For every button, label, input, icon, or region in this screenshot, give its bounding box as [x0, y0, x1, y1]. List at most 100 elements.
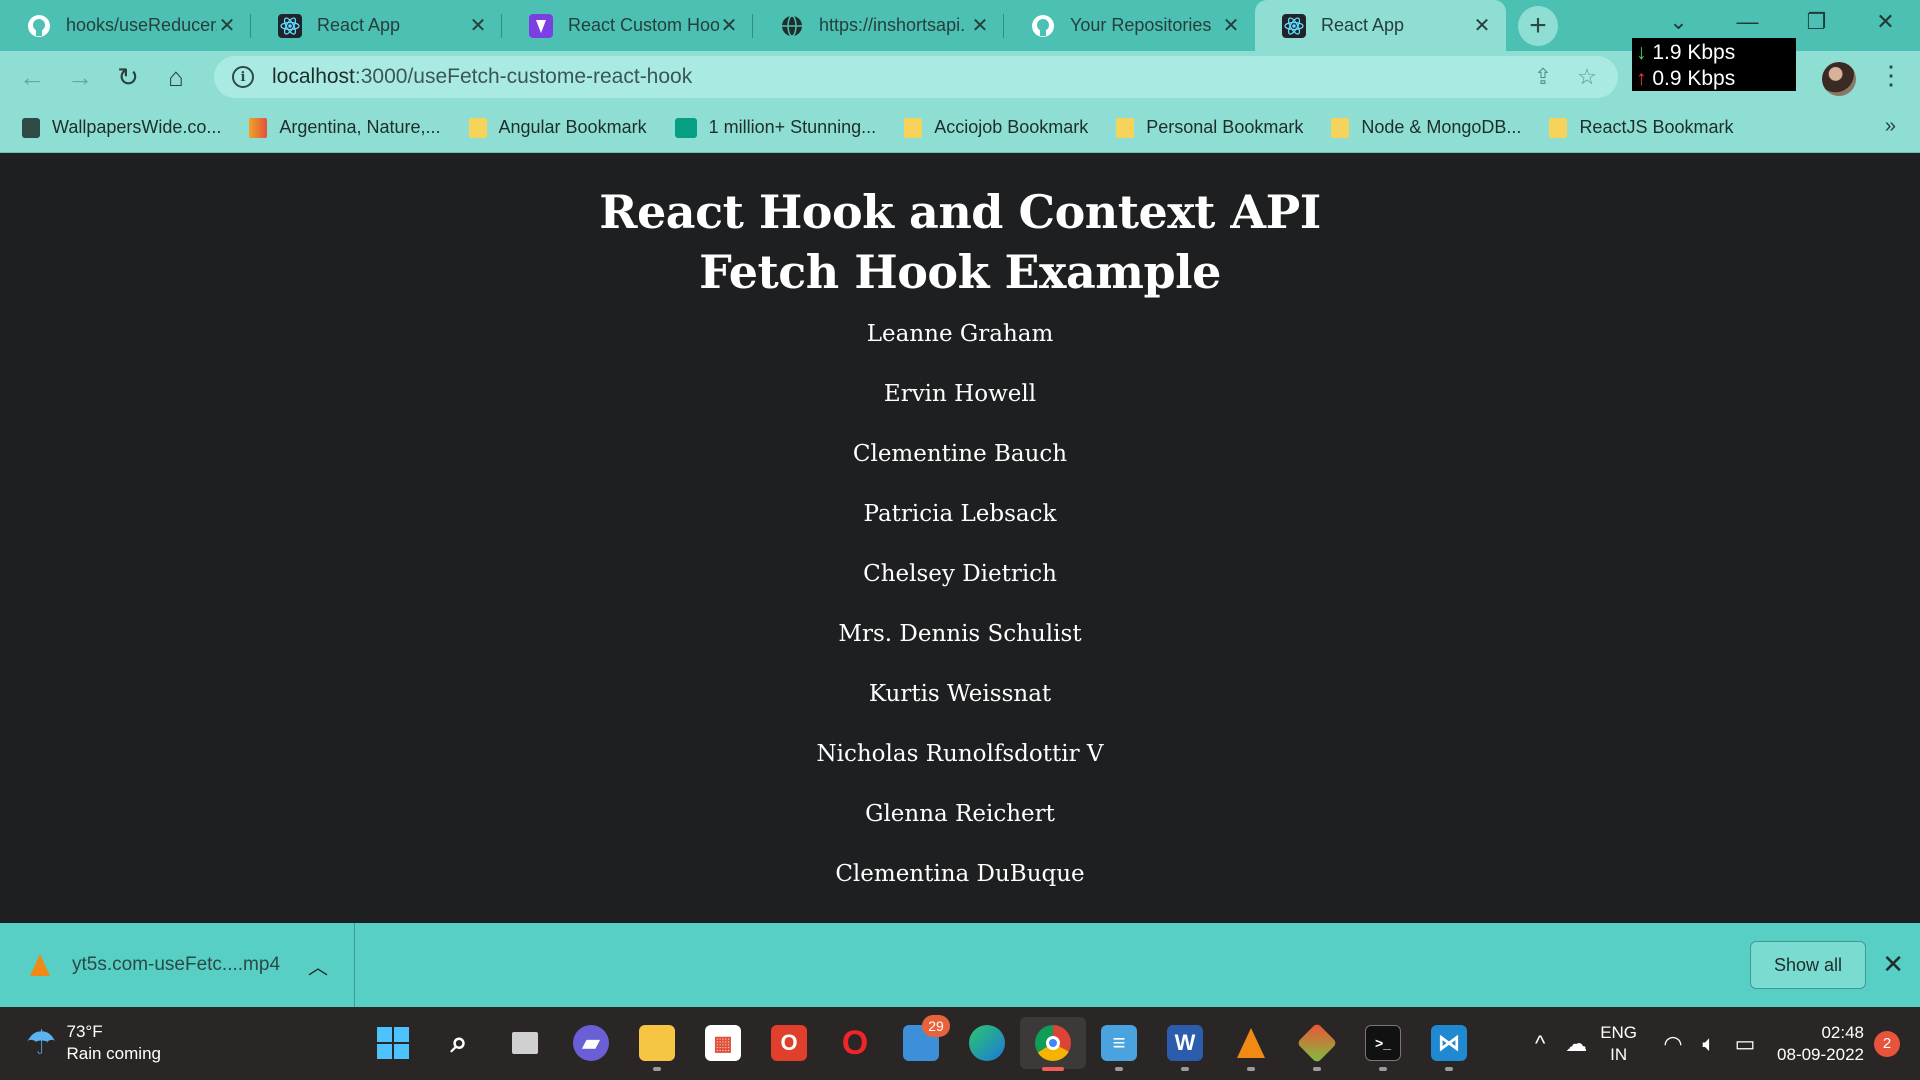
notepad-button[interactable]: ≡	[1086, 1017, 1152, 1071]
github-icon	[26, 13, 52, 39]
opera-button[interactable]: O	[822, 1017, 888, 1069]
git-button[interactable]	[1284, 1017, 1350, 1071]
home-button[interactable]: ⌂	[152, 57, 200, 97]
download-arrow-icon: ↓	[1636, 41, 1647, 64]
language-region: IN	[1610, 1044, 1628, 1064]
tab-react-custom-hook[interactable]: React Custom Hool ✕	[502, 0, 753, 51]
wifi-icon[interactable]: ◠	[1655, 1031, 1691, 1057]
page-title-line1: React Hook and Context API	[599, 185, 1321, 239]
running-indicator	[1115, 1067, 1123, 1071]
show-all-button[interactable]: Show all	[1750, 941, 1866, 989]
user-list-item: Leanne Graham	[866, 321, 1054, 347]
bookmark-reactjs[interactable]: ReactJS Bookmark	[1549, 117, 1734, 138]
vscode-button[interactable]: ⋈	[1416, 1017, 1482, 1071]
network-speed-meter: ↓ 1.9 Kbps ↑ 0.9 Kbps	[1632, 38, 1796, 91]
task-view-button[interactable]	[492, 1017, 558, 1069]
onedrive-cloud-icon[interactable]: ☁	[1558, 1031, 1594, 1057]
url-text[interactable]: localhost:3000/useFetch-custome-react-ho…	[272, 65, 1514, 89]
chevron-up-icon[interactable]: ︿	[308, 951, 328, 980]
new-tab-button[interactable]: +	[1518, 6, 1558, 46]
running-indicator	[1042, 1067, 1064, 1071]
notification-badge[interactable]: 2	[1874, 1030, 1900, 1057]
share-icon[interactable]: ⇪	[1528, 64, 1558, 90]
tab-github-usereducer[interactable]: hooks/useReducer.j ✕	[0, 0, 251, 51]
user-list-item: Nicholas Runolfsdottir V	[816, 741, 1104, 767]
language-code: ENG	[1600, 1022, 1638, 1042]
tab-close-icon[interactable]: ✕	[1221, 13, 1241, 38]
tab-close-icon[interactable]: ✕	[468, 13, 488, 38]
clock[interactable]: 02:48 08-09-2022	[1777, 1022, 1864, 1066]
bookmark-pexels[interactable]: 1 million+ Stunning...	[674, 117, 876, 138]
tab-close-icon[interactable]: ✕	[719, 13, 739, 38]
menu-kebab-icon[interactable]: ⋮	[1878, 60, 1904, 91]
clock-date: 08-09-2022	[1777, 1044, 1864, 1064]
microsoft-store-button[interactable]: ▦	[690, 1017, 756, 1069]
word-button[interactable]: W	[1152, 1017, 1218, 1071]
tab-title: Your Repositories	[1070, 15, 1212, 35]
close-window-button[interactable]: ✕	[1851, 0, 1920, 44]
upload-speed: 0.9 Kbps	[1652, 67, 1736, 90]
close-download-shelf-icon[interactable]: ✕	[1882, 949, 1904, 980]
chat-icon: ▰	[573, 1025, 609, 1061]
search-taskbar-button[interactable]: ⌕	[426, 1017, 492, 1069]
bookmark-angular[interactable]: Angular Bookmark	[468, 117, 647, 138]
opera-icon: O	[841, 1023, 869, 1062]
tab-close-icon[interactable]: ✕	[217, 13, 237, 38]
bookmark-argentina[interactable]: Argentina, Nature,...	[249, 117, 441, 138]
user-list-item: Mrs. Dennis Schulist	[838, 621, 1082, 647]
bookmark-personal[interactable]: Personal Bookmark	[1116, 117, 1303, 138]
volume-icon[interactable]: 🔈︎	[1691, 1031, 1727, 1057]
upload-arrow-icon: ↑	[1636, 67, 1647, 90]
bookmark-acciojob[interactable]: Acciojob Bookmark	[904, 117, 1088, 138]
git-icon	[1296, 1022, 1338, 1064]
windows-taskbar: ☂ 73°F Rain coming ⌕ ▰ ▦ O O 29 ≡ W >_ ⋈…	[0, 1007, 1920, 1080]
site-info-icon[interactable]: i	[232, 66, 254, 88]
windows-logo-icon	[375, 1025, 411, 1061]
reload-button[interactable]: ↻	[104, 57, 152, 97]
web-page: React Hook and Context API Fetch Hook Ex…	[0, 153, 1920, 923]
bookmark-wallpaperswide[interactable]: WallpapersWide.co...	[22, 117, 221, 138]
user-list-item: Clementine Bauch	[852, 441, 1068, 467]
weather-temperature: 73°F	[66, 1022, 103, 1041]
tab-title: hooks/useReducer.j	[66, 15, 217, 35]
forward-button[interactable]: →	[56, 57, 104, 97]
download-item[interactable]: yt5s.com-useFetc....mp4 ︿	[0, 923, 355, 1007]
tab-inshortsapi[interactable]: https://inshortsapi. ✕	[753, 0, 1004, 51]
wallpaper-site-icon	[249, 117, 268, 138]
vlc-button[interactable]	[1218, 1017, 1284, 1071]
tab-close-icon[interactable]: ✕	[1472, 13, 1492, 38]
react-icon	[277, 13, 303, 39]
tab-react-app-active[interactable]: React App ✕	[1255, 0, 1506, 51]
vlc-file-icon	[30, 954, 50, 976]
office-button[interactable]: O	[756, 1017, 822, 1069]
tab-your-repositories[interactable]: Your Repositories ✕	[1004, 0, 1255, 51]
teams-button[interactable]: 29	[888, 1015, 954, 1069]
bookmark-star-icon[interactable]: ☆	[1572, 64, 1602, 90]
chevron-up-icon[interactable]: ^	[1522, 1031, 1558, 1057]
teams-chat-button[interactable]: ▰	[558, 1017, 624, 1069]
notepad-icon: ≡	[1101, 1025, 1137, 1061]
file-explorer-button[interactable]	[624, 1017, 690, 1071]
battery-icon[interactable]: ▭	[1727, 1031, 1763, 1057]
start-button[interactable]	[360, 1017, 426, 1069]
task-view-icon	[507, 1025, 543, 1061]
page-title: React Hook and Context API Fetch Hook Ex…	[0, 182, 1920, 302]
more-bookmarks-chevron-icon[interactable]: »	[1885, 115, 1896, 138]
edge-button[interactable]	[954, 1017, 1020, 1069]
chrome-button[interactable]	[1020, 1017, 1086, 1071]
running-indicator	[1313, 1067, 1321, 1071]
user-list-item: Chelsey Dietrich	[863, 561, 1057, 587]
globe-icon	[779, 13, 805, 39]
tab-react-app[interactable]: React App ✕	[251, 0, 502, 51]
back-button[interactable]: ←	[8, 57, 56, 97]
running-indicator	[1181, 1067, 1189, 1071]
weather-widget[interactable]: ☂ 73°F Rain coming	[26, 1021, 161, 1065]
tab-close-icon[interactable]: ✕	[970, 13, 990, 38]
teams-badge: 29	[922, 1015, 950, 1037]
address-bar[interactable]: i localhost:3000/useFetch-custome-react-…	[214, 56, 1618, 98]
user-list-item: Patricia Lebsack	[863, 501, 1057, 527]
bookmark-node-mongodb[interactable]: Node & MongoDB...	[1331, 117, 1521, 138]
terminal-button[interactable]: >_	[1350, 1017, 1416, 1071]
language-indicator[interactable]: ENG IN	[1600, 1022, 1637, 1066]
profile-avatar[interactable]	[1822, 62, 1856, 96]
